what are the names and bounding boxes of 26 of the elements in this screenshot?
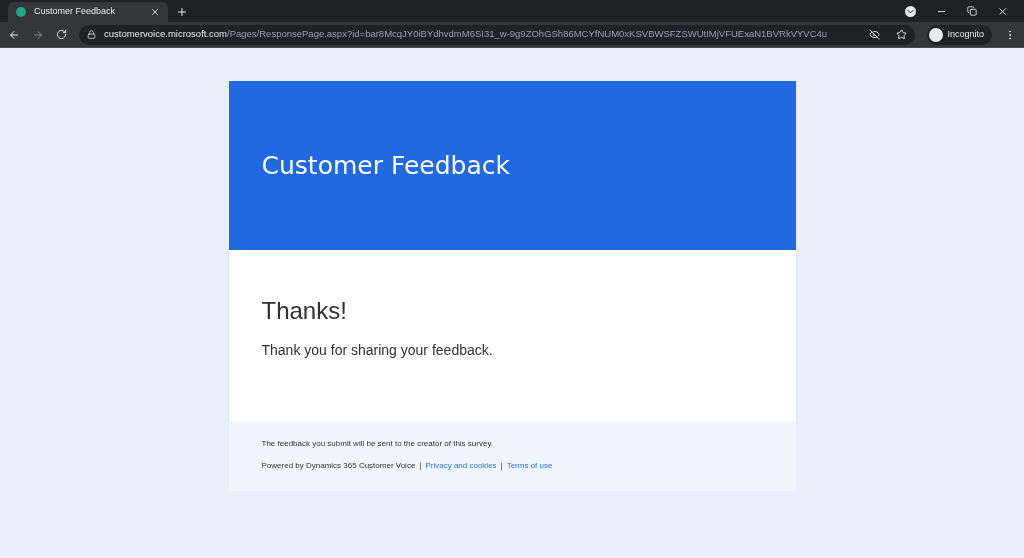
thanks-heading: Thanks! [261, 296, 348, 326]
back-icon[interactable] [8, 28, 20, 41]
terms-link[interactable]: Terms of use [506, 460, 553, 472]
separator: | [419, 460, 422, 472]
incognito-button[interactable]: Incognito [927, 24, 992, 45]
close-icon[interactable] [150, 7, 160, 17]
form-title: Customer Feedback [261, 149, 510, 182]
eye-off-icon[interactable] [869, 29, 881, 40]
tab-title: Customer Feedback [34, 5, 117, 19]
reload-icon[interactable] [56, 29, 67, 40]
bookmark-star-icon[interactable] [896, 29, 908, 40]
close-window-icon[interactable] [997, 5, 1008, 17]
thanks-message: Thank you for sharing your feedback. [261, 341, 494, 360]
lock-icon [87, 30, 96, 39]
address-bar[interactable]: customervoice.microsoft.com/Pages/ResponsePage.aspx?id=bar8McqJY0iBYdhvdmM6SI31_w-9g9ZOhGSh86MCYfNUM0xKSVBWSFZSWUtIMjVFUExaN1BVRkVYVC4u [79, 24, 916, 45]
privacy-link[interactable]: Privacy and cookies [425, 460, 497, 472]
site-icon [16, 7, 26, 17]
tab-search-icon[interactable] [905, 5, 916, 17]
separator: | [500, 460, 503, 472]
footer-notice: The feedback you submit will be sent to the creator of this survey. [261, 438, 495, 450]
browser-tab[interactable]: Customer Feedback [8, 2, 168, 22]
url-domain: customervoice.microsoft.com [104, 28, 227, 40]
powered-by-text: Powered by Dynamics 365 Customer Voice [261, 460, 416, 472]
new-tab-icon[interactable] [176, 6, 188, 18]
url-path: /Pages/ResponsePage.aspx?id=bar8McqJY0iBYdhvdmM6SI31_w-9g9ZOhGSh86MCYfNUM0xKSVBWSFZSWUtIMjVFUExaN1BVRkVYVC4u [227, 28, 828, 40]
restore-icon[interactable] [967, 6, 977, 16]
